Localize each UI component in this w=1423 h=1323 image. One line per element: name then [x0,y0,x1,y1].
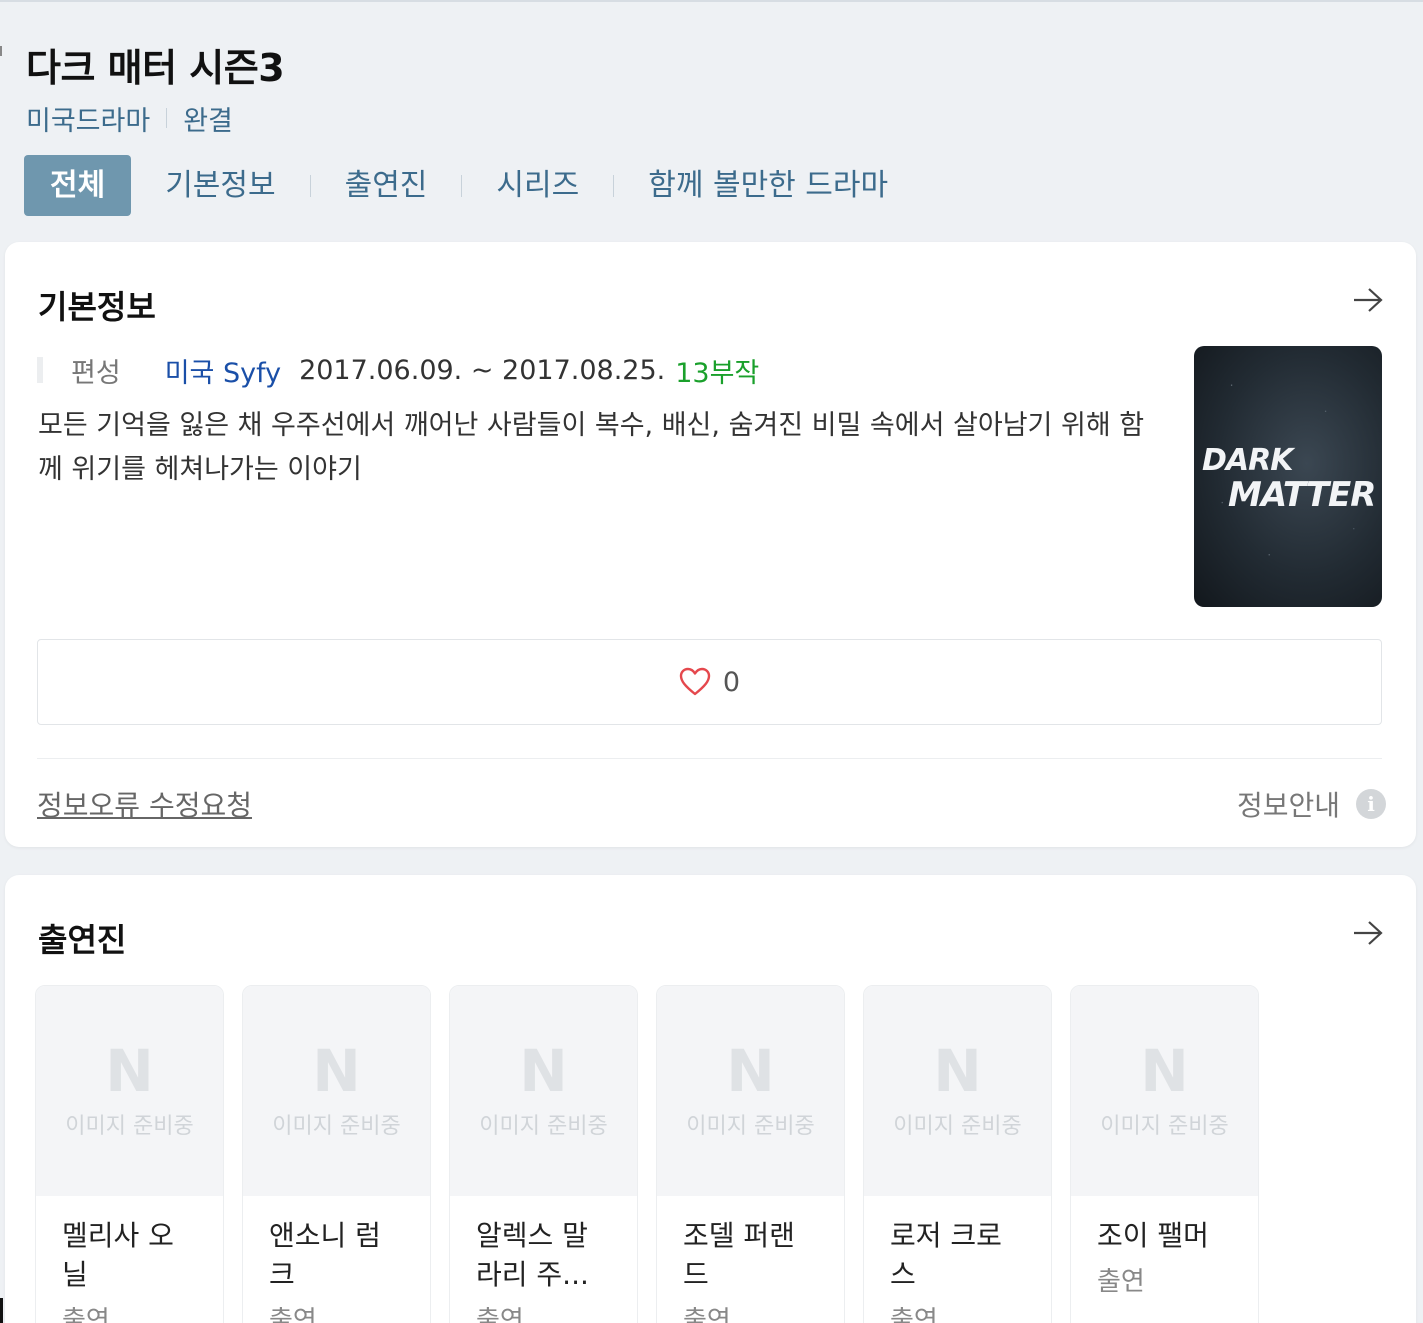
title-meta: 미국드라마 완결 [26,99,1406,138]
cast-photo-placeholder: N 이미지 준비중 [1071,986,1258,1196]
tab-divider [613,174,615,197]
like-count: 0 [722,666,741,698]
cast-name: 로저 크로스 [890,1219,1002,1291]
category-link[interactable]: 미국드라마 [26,99,150,138]
basic-info-card: 기본정보 편성 미국 Syfy 2017.06.09. ~ 2017.08.25… [5,242,1416,847]
cast-info: 로저 크로스 출연 [864,1196,1051,1323]
cast-item[interactable]: N 이미지 준비중 멜리사 오닐 출연 [35,985,224,1323]
info-icon: i [1356,789,1386,819]
air-info-row: 편성 미국 Syfy 2017.06.09. ~ 2017.08.25. 13부… [37,350,759,390]
page-title: 다크 매터 시즌3 [26,46,285,90]
heart-icon [679,667,711,696]
synopsis: 모든 기억을 잃은 채 우주선에서 깨어난 사람들이 복수, 배신, 숨겨진 비… [38,410,1145,485]
image-pending-label: 이미지 준비중 [1100,1114,1229,1139]
cast-role: 출연 [683,1306,731,1323]
cast-item[interactable]: N 이미지 준비중 앤소니 럼크 출연 [242,985,431,1323]
like-button[interactable]: 0 [37,639,1382,725]
cast-item[interactable]: N 이미지 준비중 조델 퍼랜드 출연 [656,985,845,1323]
naver-logo-icon: N [312,1037,361,1105]
tab-basic-info[interactable]: 기본정보 [161,155,279,216]
poster-logo: DARK MATTER [1202,443,1376,515]
naver-logo-icon: N [519,1037,568,1105]
naver-logo-icon: N [105,1037,154,1105]
cast-photo-placeholder: N 이미지 준비중 [657,986,844,1196]
cast-photo-placeholder: N 이미지 준비중 [243,986,430,1196]
air-label: 편성 [71,357,121,389]
tab-similar-dramas[interactable]: 함께 볼만한 드라마 [644,155,892,216]
cast-info: 앤소니 럼크 출연 [243,1196,430,1323]
poster-logo-line1: DARK [1202,443,1293,478]
poster-image[interactable]: DARK MATTER [1194,346,1382,607]
air-dates: 2017.06.09. ~ 2017.08.25. [299,354,666,386]
cast-item[interactable]: N 이미지 준비중 알렉스 말라리 주... 출연 [449,985,638,1323]
cast-item[interactable]: N 이미지 준비중 로저 크로스 출연 [863,985,1052,1323]
cast-title: 출연진 [38,921,127,959]
info-guide-label: 정보안내 [1236,789,1340,822]
image-pending-label: 이미지 준비중 [893,1114,1022,1139]
poster-logo-line2: MATTER [1228,475,1376,515]
top-border [0,0,1423,2]
network-link[interactable]: 미국 Syfy [165,351,281,390]
edge-mark [0,1298,3,1323]
cast-role: 출연 [1097,1267,1145,1297]
tab-bar: 전체 기본정보 출연진 시리즈 함께 볼만한 드라마 [24,155,892,216]
arrow-right-icon[interactable] [1352,286,1384,314]
cast-info: 조델 퍼랜드 출연 [657,1196,844,1323]
tab-divider [461,174,463,197]
cast-info: 조이 팰머 출연 [1071,1196,1258,1298]
cast-name: 조이 팰머 [1097,1219,1209,1252]
arrow-right-icon[interactable] [1352,919,1384,947]
cast-photo-placeholder: N 이미지 준비중 [450,986,637,1196]
cast-role: 출연 [62,1306,110,1323]
page-header: 다크 매터 시즌3 미국드라마 완결 [26,42,1406,138]
cast-info: 알렉스 말라리 주... 출연 [450,1196,637,1323]
info-guide-button[interactable]: 정보안내 i [1237,784,1386,824]
cast-name: 알렉스 말라리 주... [476,1219,589,1291]
tab-all[interactable]: 전체 [24,155,132,216]
naver-logo-icon: N [726,1037,775,1105]
status-label: 완결 [183,105,233,137]
cast-info: 멜리사 오닐 출연 [36,1196,223,1323]
tab-cast[interactable]: 출연진 [341,155,432,216]
meta-divider [166,108,168,128]
image-pending-label: 이미지 준비중 [65,1114,194,1139]
cast-photo-placeholder: N 이미지 준비중 [864,986,1051,1196]
episode-count: 13부작 [675,357,760,389]
image-pending-label: 이미지 준비중 [272,1114,401,1139]
tab-series[interactable]: 시리즈 [492,155,583,216]
cast-list: N 이미지 준비중 멜리사 오닐 출연 N 이미지 준비중 앤소니 럼크 출연 … [35,985,1277,1323]
cast-role: 출연 [269,1306,317,1323]
edge-mark [0,46,2,56]
cast-role: 출연 [476,1306,524,1323]
cast-photo-placeholder: N 이미지 준비중 [36,986,223,1196]
report-error-link[interactable]: 정보오류 수정요청 [37,784,252,824]
basic-info-title: 기본정보 [38,288,156,326]
tab-divider [309,174,311,197]
cast-role: 출연 [890,1306,938,1323]
image-pending-label: 이미지 준비중 [479,1114,608,1139]
cast-card: 출연진 N 이미지 준비중 멜리사 오닐 출연 N 이미지 준비중 앤소니 럼크… [5,875,1416,1323]
image-pending-label: 이미지 준비중 [686,1114,815,1139]
cast-name: 앤소니 럼크 [269,1219,381,1291]
naver-logo-icon: N [933,1037,982,1105]
row-marker [37,357,43,383]
naver-logo-icon: N [1140,1037,1189,1105]
cast-item[interactable]: N 이미지 준비중 조이 팰머 출연 [1070,985,1259,1323]
section-divider [37,758,1382,759]
cast-name: 조델 퍼랜드 [683,1219,795,1291]
cast-name: 멜리사 오닐 [62,1219,174,1291]
